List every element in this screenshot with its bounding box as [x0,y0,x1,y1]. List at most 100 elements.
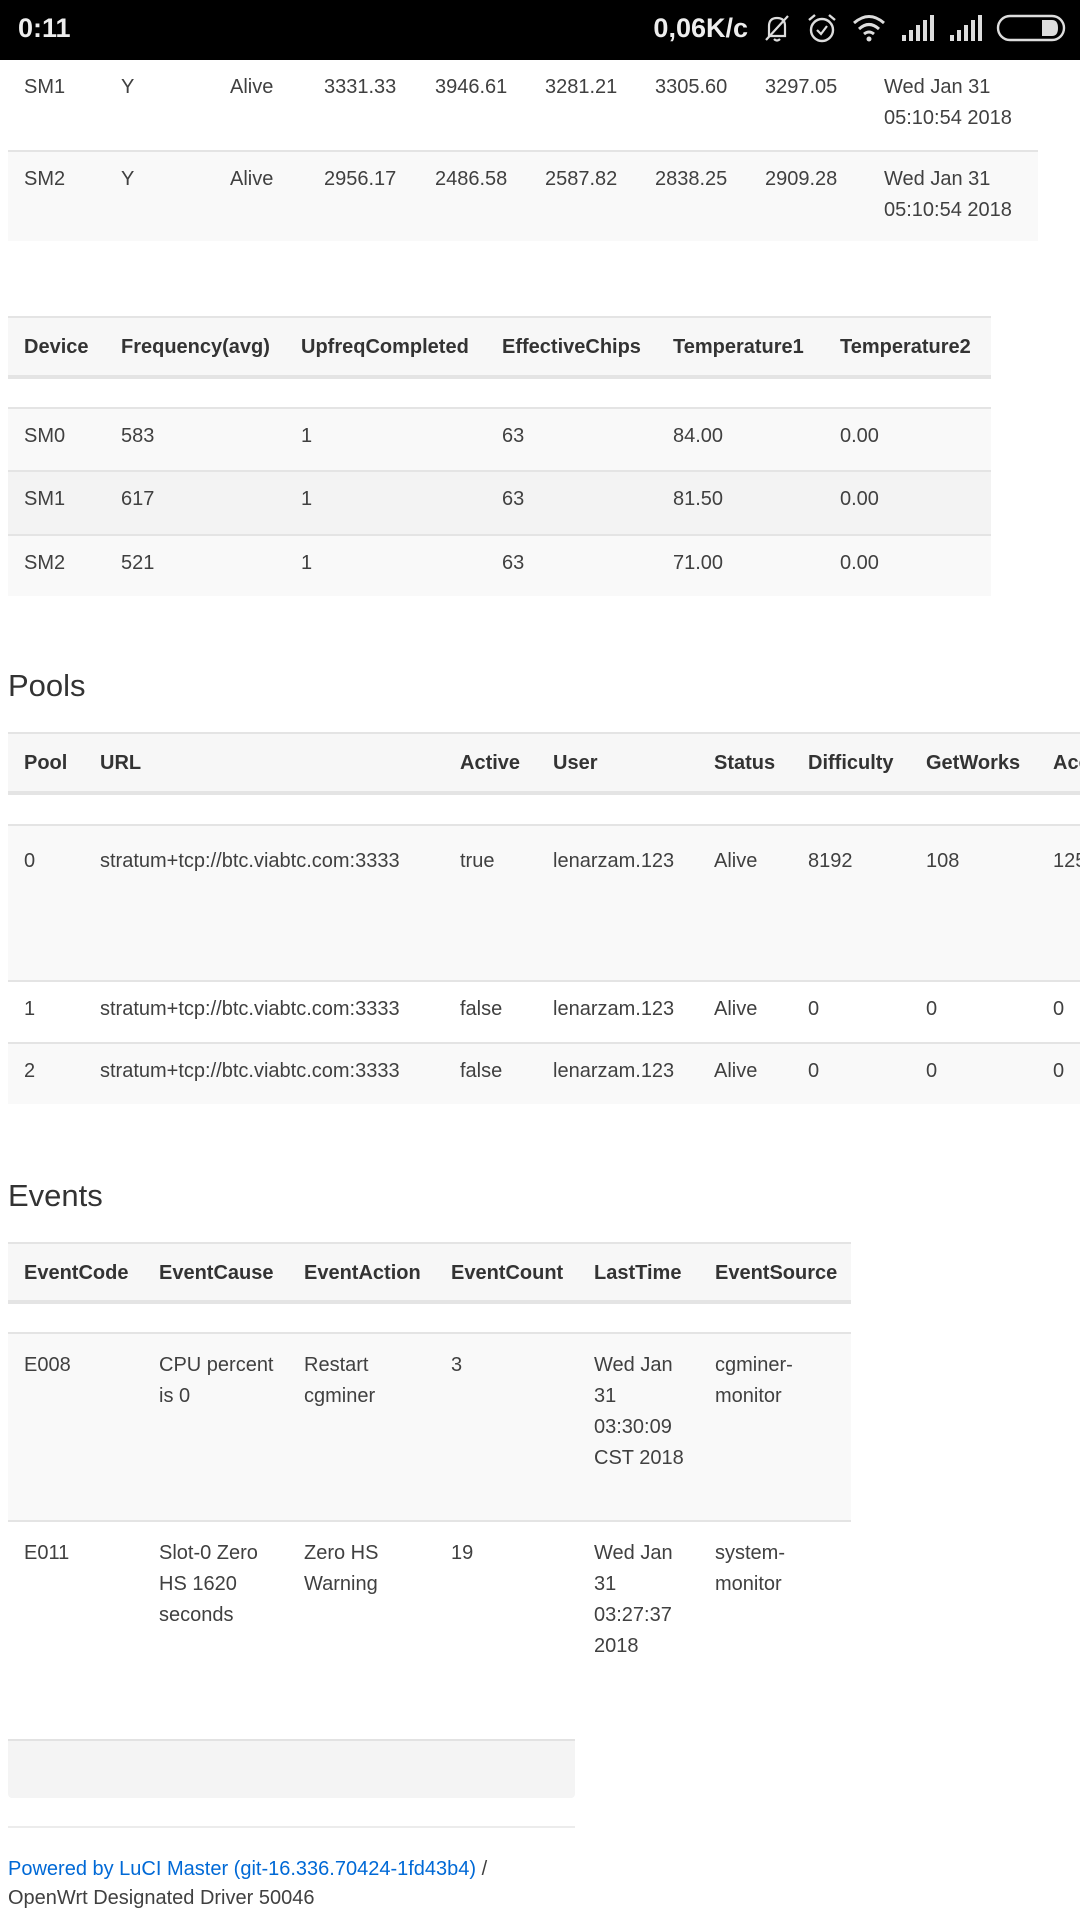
devices-table: SM1 Y Alive 3331.33 3946.61 3281.21 3305.60 329… [8,60,1038,241]
table-row: E011 Slot-0 Zero HS 1620 seconds Zero HS W… [8,1520,851,1702]
table-spacer-row [8,793,1080,824]
table-cell: 1 [24,998,36,1020]
battery-icon [996,14,1066,42]
table-cell: 0.00 [840,425,879,447]
table-row: 2 stratum+tcp://btc.viabtc.com:3333 false l… [8,1042,1080,1104]
table-row: E008 CPU percent is 0 Restart cgminer 3 Wed … [8,1332,851,1520]
footer-separator: / [476,1858,488,1880]
column-header: Active [460,752,521,774]
table-cell: 3 [451,1354,463,1376]
table-row: SM2 521 1 63 71.00 0.00 [8,534,991,596]
table-cell: Alive [714,998,758,1020]
wifi-icon [853,15,885,42]
table-cell: 0 [24,850,36,872]
table-cell: Wed Jan 31 03:27:37 2018 [594,1542,673,1657]
table-cell: 1 [301,552,313,574]
table-cell: Wed Jan 31 05:10:54 2018 [884,76,1012,129]
footer: Powered by LuCI Master (git-16.336.70424… [8,1855,487,1913]
table-cell: 3297.05 [765,76,838,98]
actions-panel [8,1739,575,1798]
table-cell: 2486.58 [435,168,508,190]
table-row: SM1 617 1 63 81.50 0.00 [8,470,991,534]
table-cell: 3305.60 [655,76,728,98]
table-cell: Alive [230,76,274,98]
table-cell: 2838.25 [655,168,728,190]
column-header: Temperature1 [673,336,804,358]
column-header: EventSource [715,1262,838,1284]
table-cell: Alive [714,850,758,872]
table-cell: 63 [502,488,525,510]
table-row: 1 stratum+tcp://btc.viabtc.com:3333 false l… [8,980,1080,1042]
table-cell: 521 [121,552,155,574]
table-cell: 19 [451,1542,474,1564]
column-header: Accepted [1053,752,1080,774]
column-header: UpfreqCompleted [301,336,469,358]
pools-table: Pool URL Active User Status Difficulty GetWork… [8,732,1080,1104]
status-bar: 0:11 0,06K/c [0,0,1080,60]
divider [8,1826,575,1828]
table-cell: Wed Jan 31 05:10:54 2018 [884,168,1012,221]
table-cell: CPU percent is 0 [159,1354,274,1407]
table-header-row: Pool URL Active User Status Difficulty GetWork… [8,732,1080,793]
table-cell: 63 [502,425,525,447]
table-cell: 108 [926,850,960,872]
column-header: LastTime [594,1262,682,1284]
alarm-icon [808,14,836,43]
column-header: Frequency(avg) [121,336,270,358]
table-cell: E008 [24,1354,71,1376]
table-cell: 0 [1053,998,1065,1020]
table-cell: 81.50 [673,488,724,510]
table-header-row: EventCode EventCause EventAction EventCount… [8,1242,851,1302]
table-cell: 583 [121,425,155,447]
table-cell: 0 [926,1060,938,1082]
table-cell: Restart cgminer [304,1354,376,1407]
table-cell: 2909.28 [765,168,838,190]
table-row: SM2 Y Alive 2956.17 2486.58 2587.82 2838.25 290… [8,150,1038,241]
table-cell: SM0 [24,425,66,447]
table-cell: SM1 [24,488,66,510]
column-header: EventAction [304,1262,421,1284]
table-cell: 3281.21 [545,76,618,98]
table-cell: false [460,998,503,1020]
column-header: GetWorks [926,752,1021,774]
luci-link[interactable]: Powered by LuCI Master (git-16.336.70424… [8,1858,476,1880]
table-cell: Zero HS Warning [304,1542,379,1595]
table-cell: Y [121,76,135,98]
column-header: Status [714,752,776,774]
table-cell: E011 [24,1542,70,1564]
table-cell: lenarzam.123 [553,850,675,872]
table-cell: 2956.17 [324,168,397,190]
table-cell: Wed Jan 31 03:30:09 CST 2018 [594,1354,684,1469]
table-cell: Alive [230,168,274,190]
table-cell: SM2 [24,552,66,574]
column-header: EffectiveChips [502,336,641,358]
table-cell: cgminer-monitor [715,1354,793,1407]
table-cell: 84.00 [673,425,724,447]
table-cell: false [460,1060,503,1082]
table-cell: stratum+tcp://btc.viabtc.com:3333 [100,850,400,872]
table-cell: 8192 [808,850,853,872]
table-cell: 0 [808,998,820,1020]
table-cell: 0.00 [840,552,879,574]
net-speed: 0,06K/c [653,12,748,43]
column-header: Pool [24,752,68,774]
table-cell: 125 [1053,850,1080,872]
table-cell: SM1 [24,76,66,98]
table-cell: stratum+tcp://btc.viabtc.com:3333 [100,1060,400,1082]
column-header: EventCount [451,1262,564,1284]
table-cell: lenarzam.123 [553,1060,675,1082]
events-title: Events [8,1178,103,1213]
column-header: User [553,752,598,774]
table-spacer-row [8,377,991,407]
column-header: URL [100,752,142,774]
notifications-off-icon [765,15,789,42]
table-cell: 71.00 [673,552,724,574]
table-cell: 0.00 [840,488,879,510]
status-time: 0:11 [18,13,71,43]
column-header: Device [24,336,89,358]
table-spacer-row [8,1302,851,1332]
column-header: EventCause [159,1262,274,1284]
table-cell: Alive [714,1060,758,1082]
table-cell: true [460,850,495,872]
table-cell: system-monitor [715,1542,785,1595]
